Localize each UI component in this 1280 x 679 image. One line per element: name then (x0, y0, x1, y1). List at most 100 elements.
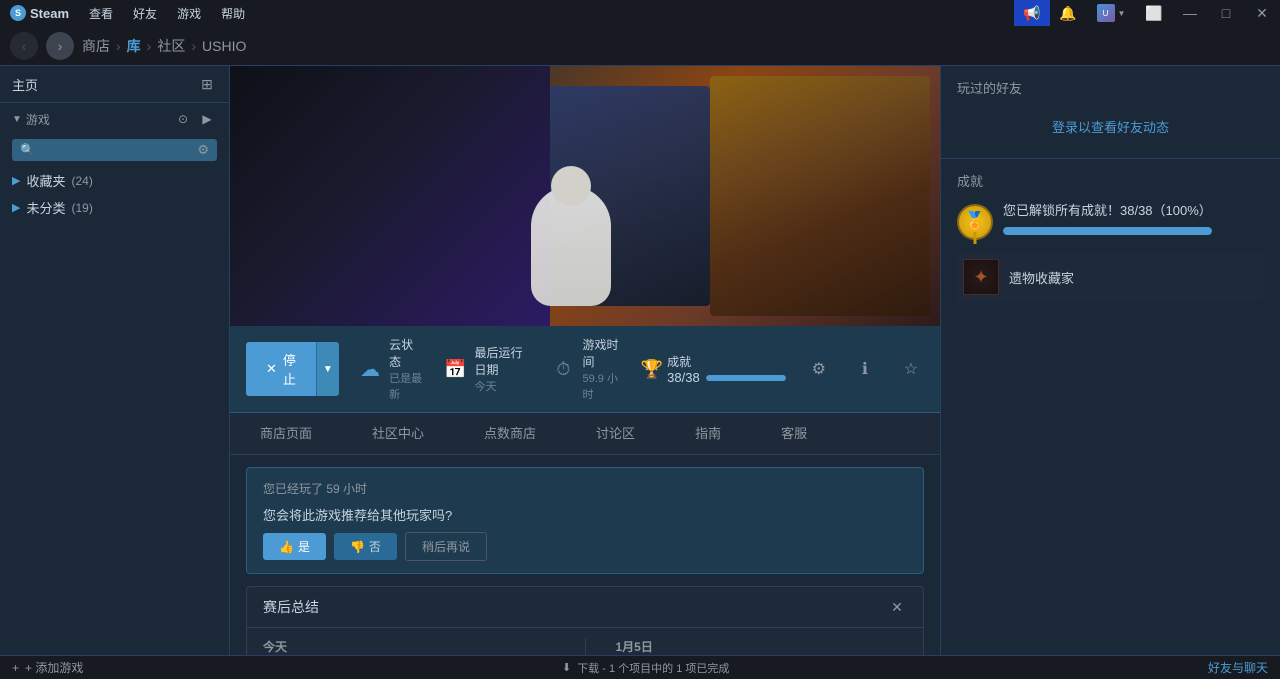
recommend-no-button[interactable]: 👎 否 (334, 533, 397, 560)
broadcast-icon: 📢 (1023, 5, 1040, 22)
sidebar-search[interactable]: 🔍 ⚙ (12, 139, 217, 161)
yes-label: 是 (298, 538, 310, 555)
recommend-later-button[interactable]: 稍后再说 (405, 532, 487, 561)
forward-button[interactable]: › (46, 32, 74, 60)
recommend-question: 您已经玩了 59 小时 (263, 480, 907, 497)
last-run-value: 今天 (475, 378, 533, 394)
minimize-icon: — (1183, 5, 1197, 21)
achievement-stat: 🏆 成就 38/38 (641, 353, 786, 385)
chevron-down-icon: ▼ (1118, 9, 1126, 18)
post-match-close-button[interactable]: ✕ (887, 597, 907, 617)
bottombar: + + 添加游戏 ⬇ 下载 - 1 个项目中的 1 项已完成 好友与聊天 (0, 655, 1280, 679)
subnav-support[interactable]: 客服 (751, 413, 837, 454)
subnav-guides[interactable]: 指南 (665, 413, 751, 454)
stop-button[interactable]: ✕ 停止 (246, 342, 316, 396)
menu-help[interactable]: 帮助 (211, 0, 255, 26)
cloud-info: 云状态 已是最新 (389, 336, 424, 402)
today-col: 今天 ✦ 遗物收藏家 获取所有的遗物 21.2% 的玩家拥有此成就 (263, 638, 555, 655)
menu-view[interactable]: 查看 (79, 0, 123, 26)
recommend-yes-button[interactable]: 👍 是 (263, 533, 326, 560)
achievement-progress-bar (706, 375, 786, 381)
sidebar-item-favorites[interactable]: ▶ 收藏夹 (24) (0, 167, 229, 194)
subnav-store[interactable]: 商店页面 (230, 413, 342, 454)
clock-icon: ⏱ (552, 355, 574, 383)
sidebar-item-uncategorized[interactable]: ▶ 未分类 (19) (0, 194, 229, 221)
dropdown-arrow-icon: ▼ (323, 364, 333, 375)
window-close-button[interactable]: ✕ (1244, 0, 1280, 26)
subnav-community[interactable]: 社区中心 (342, 413, 454, 454)
post-match-divider (585, 638, 586, 655)
today-label: 今天 (263, 638, 555, 655)
steam-title: Steam (30, 6, 69, 21)
clock-icon[interactable]: ⊙ (173, 109, 193, 129)
recent-achievement: ✦ 遗物收藏家 (957, 253, 1264, 301)
broadcast-button[interactable]: 📢 (1014, 0, 1050, 26)
download-text: 下载 - 1 个项目中的 1 项已完成 (577, 660, 729, 676)
achievement-info: 成就 38/38 (667, 353, 786, 385)
menu-friends[interactable]: 好友 (123, 0, 167, 26)
stop-dropdown-button[interactable]: ▼ (316, 342, 339, 396)
notification-icon: 🔔 (1059, 5, 1076, 22)
info-button[interactable]: ℹ (852, 353, 878, 385)
play-icon[interactable]: ▶ (197, 109, 217, 129)
favorite-button[interactable]: ☆ (898, 353, 924, 385)
thumbs-up-icon: 👍 (279, 540, 294, 554)
last-run-stat: 📅 最后运行日期 今天 (444, 344, 532, 394)
achievement-icon-group: 🏆 成就 38/38 (641, 353, 786, 385)
download-status: ⬇ 下载 - 1 个项目中的 1 项已完成 (562, 660, 729, 676)
grid-view-icon[interactable]: ⊞ (197, 74, 217, 94)
sidebar: 主页 ⊞ ▼ 游戏 ⊙ ▶ 🔍 ⚙ ▶ 收藏夹 (24) ▶ 未分类 (19 (0, 66, 230, 655)
stop-label: 停止 (283, 350, 296, 388)
search-input[interactable] (41, 143, 191, 157)
window-maximize-button[interactable]: □ (1208, 0, 1244, 26)
breadcrumb-community[interactable]: 社区 (157, 36, 185, 56)
breadcrumb-library[interactable]: 库 (127, 36, 141, 56)
back-button[interactable]: ‹ (10, 32, 38, 60)
achievement-summary: 您已解锁所有成就！38/38（100%） (1003, 200, 1212, 219)
sidebar-home-label: 主页 (12, 75, 38, 94)
sidebar-games-section: ▼ 游戏 ⊙ ▶ (0, 103, 229, 135)
recommend-actions: 👍 是 👎 否 稍后再说 (263, 532, 907, 561)
main-layout: 主页 ⊞ ▼ 游戏 ⊙ ▶ 🔍 ⚙ ▶ 收藏夹 (24) ▶ 未分类 (19 (0, 66, 1280, 655)
badge-icon: 🏅 (957, 204, 993, 240)
cloud-label: 云状态 (389, 336, 424, 370)
download-icon: ⬇ (562, 661, 571, 674)
cloud-status: ☁ 云状态 已是最新 (359, 336, 424, 402)
no-label: 否 (369, 538, 381, 555)
achievement-progress-fill (1003, 227, 1212, 235)
achievements-title: 成就 (957, 171, 1264, 190)
subnav-discussions[interactable]: 讨论区 (566, 413, 665, 454)
navbar: ‹ › 商店 › 库 › 社区 › USHIO (0, 26, 1280, 66)
post-match-body: 今天 ✦ 遗物收藏家 获取所有的遗物 21.2% 的玩家拥有此成就 (247, 628, 923, 655)
sub-navigation: 商店页面 社区中心 点数商店 讨论区 指南 客服 (230, 413, 940, 455)
maximize-icon: □ (1222, 5, 1230, 21)
breadcrumb-store[interactable]: 商店 (82, 36, 110, 56)
sidebar-section-icons: ⊙ ▶ (173, 109, 217, 129)
friends-chat-label: 好友与聊天 (1208, 661, 1268, 675)
subnav-points[interactable]: 点数商店 (454, 413, 566, 454)
avatar-button[interactable]: U ▼ (1086, 0, 1136, 26)
trophy-icon: 🏆 (641, 359, 663, 380)
search-icon: 🔍 (20, 143, 35, 157)
filter-icon[interactable]: ⚙ (197, 142, 209, 158)
game-header-image (230, 66, 940, 326)
last-run-label: 最后运行日期 (475, 344, 533, 378)
menu-games[interactable]: 游戏 (167, 0, 211, 26)
steam-logo-icon: S (10, 5, 26, 21)
recent-achievement-thumb: ✦ (963, 259, 999, 295)
play-time-label: 游戏时间 (582, 336, 620, 370)
titlebar-right: 📢 🔔 U ▼ ⬜ — □ ✕ (1014, 0, 1280, 26)
info-icon: ℹ (862, 359, 868, 379)
window-minimize-button[interactable]: — (1172, 0, 1208, 26)
settings-button[interactable]: ⚙ (806, 353, 832, 385)
login-link[interactable]: 登录以查看好友动态 (1052, 120, 1169, 135)
friends-title: 玩过的好友 (957, 78, 1264, 97)
window-tv-button[interactable]: ⬜ (1136, 0, 1172, 26)
breadcrumb-user[interactable]: USHIO (202, 38, 246, 54)
steam-logo[interactable]: S Steam (0, 0, 79, 26)
add-game-button[interactable]: + + 添加游戏 (12, 659, 83, 676)
post-match-header: 赛后总结 ✕ (247, 587, 923, 628)
post-match-title: 赛后总结 (263, 597, 319, 617)
friends-chat-button[interactable]: 好友与聊天 (1208, 659, 1268, 676)
notification-button[interactable]: 🔔 (1050, 0, 1086, 26)
